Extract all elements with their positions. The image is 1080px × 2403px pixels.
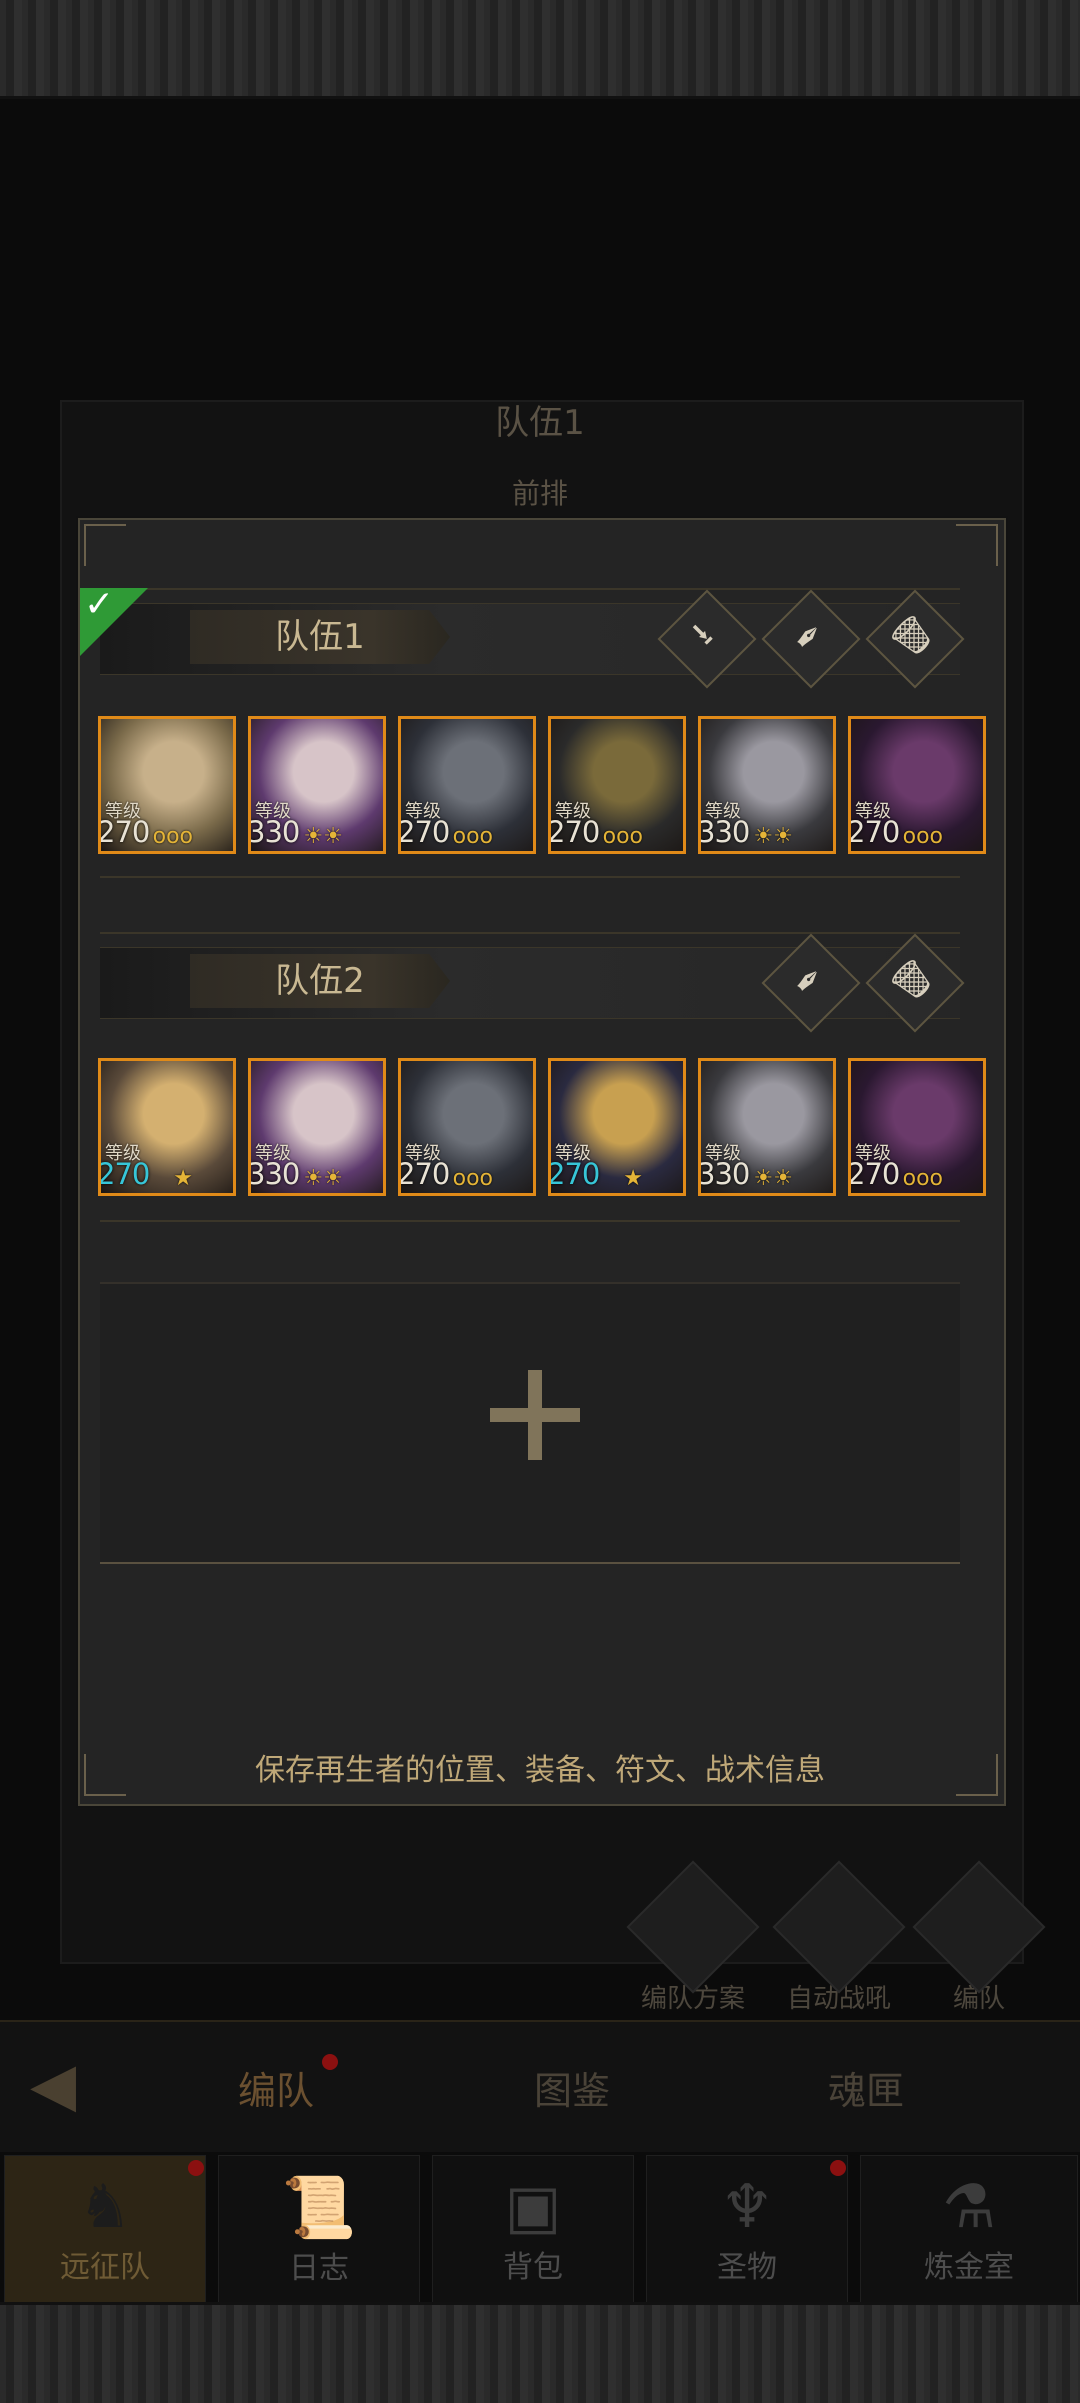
nav-alchemy[interactable]: ⚗ 炼金室 [860, 2155, 1078, 2307]
hero-level: 330 [248, 1157, 300, 1191]
scroll-icon: 📜 [281, 2173, 357, 2243]
hero-card[interactable]: 等级 270 ★ [98, 1058, 236, 1196]
hero-level: 270 [848, 815, 900, 849]
hero-rank-icon: ooo [452, 824, 493, 849]
hero-card[interactable]: 等级 270 ooo [98, 716, 236, 854]
nav-expedition[interactable]: ♞ 远征队 [4, 2155, 206, 2307]
team-2-name: 队伍2 [190, 954, 450, 1008]
backpack-icon: ▣ [504, 2172, 562, 2242]
hero-level: 330 [248, 815, 300, 849]
hero-rank-icon: ooo [452, 1166, 493, 1191]
hero-card[interactable]: 等级 270 ooo [848, 1058, 986, 1196]
divider [100, 588, 960, 590]
rename-button[interactable]: ✒ [761, 933, 861, 1033]
check-icon: ✓ [84, 584, 115, 625]
nav-log[interactable]: 📜 日志 [218, 2155, 420, 2307]
hero-rank-icon: ☀☀ [303, 824, 343, 849]
corner-ornament [84, 524, 126, 566]
nav-relics-badge [830, 2160, 846, 2176]
bottom-ornament-bar [0, 2302, 1080, 2403]
hero-level: 270 [548, 815, 600, 849]
download-button[interactable]: ⭳ [657, 589, 757, 689]
helmet-icon [626, 1860, 760, 1994]
hero-level: 270 [98, 1157, 150, 1191]
plus-icon[interactable] [490, 1370, 580, 1460]
tab-formation[interactable]: 编队 [238, 2060, 314, 2115]
download-icon: ⭳ [683, 615, 721, 653]
background-team-title: 队伍1 [495, 403, 585, 443]
hero-card[interactable]: 等级 270 ★ [548, 1058, 686, 1196]
chalice-icon: ♆ [720, 2172, 774, 2242]
nav-backpack[interactable]: ▣ 背包 [432, 2155, 634, 2307]
nav-backpack-label: 背包 [503, 2250, 563, 2285]
hero-card[interactable]: 等级 270 ooo [398, 716, 536, 854]
nav-expedition-badge [188, 2160, 204, 2176]
nav-relics[interactable]: ♆ 圣物 [646, 2155, 848, 2307]
save-hint: 保存再生者的位置、装备、符文、战术信息 [255, 1753, 825, 1788]
nav-alchemy-label: 炼金室 [924, 2250, 1014, 2285]
divider [100, 932, 960, 934]
hero-card[interactable]: 等级 330 ☀☀ [248, 1058, 386, 1196]
hero-rank-icon: ooo [152, 824, 193, 849]
delete-button[interactable]: 🗑 [865, 589, 965, 689]
formation-plan-button[interactable]: 编队方案 [626, 1860, 760, 2015]
tab-formation-badge [322, 2054, 338, 2070]
quill-icon: ✒ [784, 956, 834, 1006]
hero-rank-icon: ooo [902, 1166, 943, 1191]
corner-ornament [956, 524, 998, 566]
hero-card[interactable]: 等级 330 ☀☀ [698, 716, 836, 854]
rename-button[interactable]: ✒ [761, 589, 861, 689]
quill-icon: ✒ [784, 612, 834, 662]
background-row-label: 前排 [511, 477, 568, 510]
hero-card[interactable]: 等级 330 ☀☀ [248, 716, 386, 854]
hero-rank-icon: ooo [602, 824, 643, 849]
hero-level: 270 [548, 1157, 600, 1191]
hero-level: 270 [398, 815, 450, 849]
hero-card[interactable]: 等级 270 ooo [548, 716, 686, 854]
top-ornament-bar [0, 0, 1080, 99]
hero-level: 330 [698, 1157, 750, 1191]
hero-rank-icon: ☀☀ [753, 1166, 793, 1191]
alchemy-icon: ⚗ [942, 2172, 996, 2242]
back-arrow-icon[interactable]: ◀ [30, 2050, 76, 2120]
tab-codex[interactable]: 图鉴 [534, 2060, 610, 2115]
nav-expedition-label: 远征队 [60, 2250, 150, 2285]
auto-battle-icon [772, 1860, 906, 1994]
hero-card[interactable]: 等级 330 ☀☀ [698, 1058, 836, 1196]
auto-battle-cry-button[interactable]: 自动战吼 [772, 1860, 906, 2015]
trash-icon: 🗑 [883, 951, 943, 1011]
formation-button[interactable]: 编队 [912, 1860, 1046, 2015]
trash-icon: 🗑 [883, 607, 943, 667]
hero-level: 270 [398, 1157, 450, 1191]
divider [100, 1220, 960, 1222]
nav-relics-label: 圣物 [717, 2250, 777, 2285]
hero-rank-icon: ★ [623, 1166, 643, 1191]
horned-helmet-icon: ♞ [78, 2172, 132, 2242]
hero-level: 330 [698, 815, 750, 849]
hero-rank-icon: ☀☀ [753, 824, 793, 849]
nav-log-label: 日志 [289, 2251, 349, 2286]
hero-rank-icon: ★ [173, 1166, 193, 1191]
hero-rank-icon: ooo [902, 824, 943, 849]
hero-card[interactable]: 等级 270 ooo [398, 1058, 536, 1196]
hero-card[interactable]: 等级 270 ooo [848, 716, 986, 854]
divider [100, 876, 960, 878]
formation-icon [912, 1860, 1046, 1994]
delete-button[interactable]: 🗑 [865, 933, 965, 1033]
tab-soul-box[interactable]: 魂匣 [828, 2060, 904, 2115]
hero-level: 270 [98, 815, 150, 849]
hero-level: 270 [848, 1157, 900, 1191]
hero-rank-icon: ☀☀ [303, 1166, 343, 1191]
team-1-name: 队伍1 [190, 610, 450, 664]
